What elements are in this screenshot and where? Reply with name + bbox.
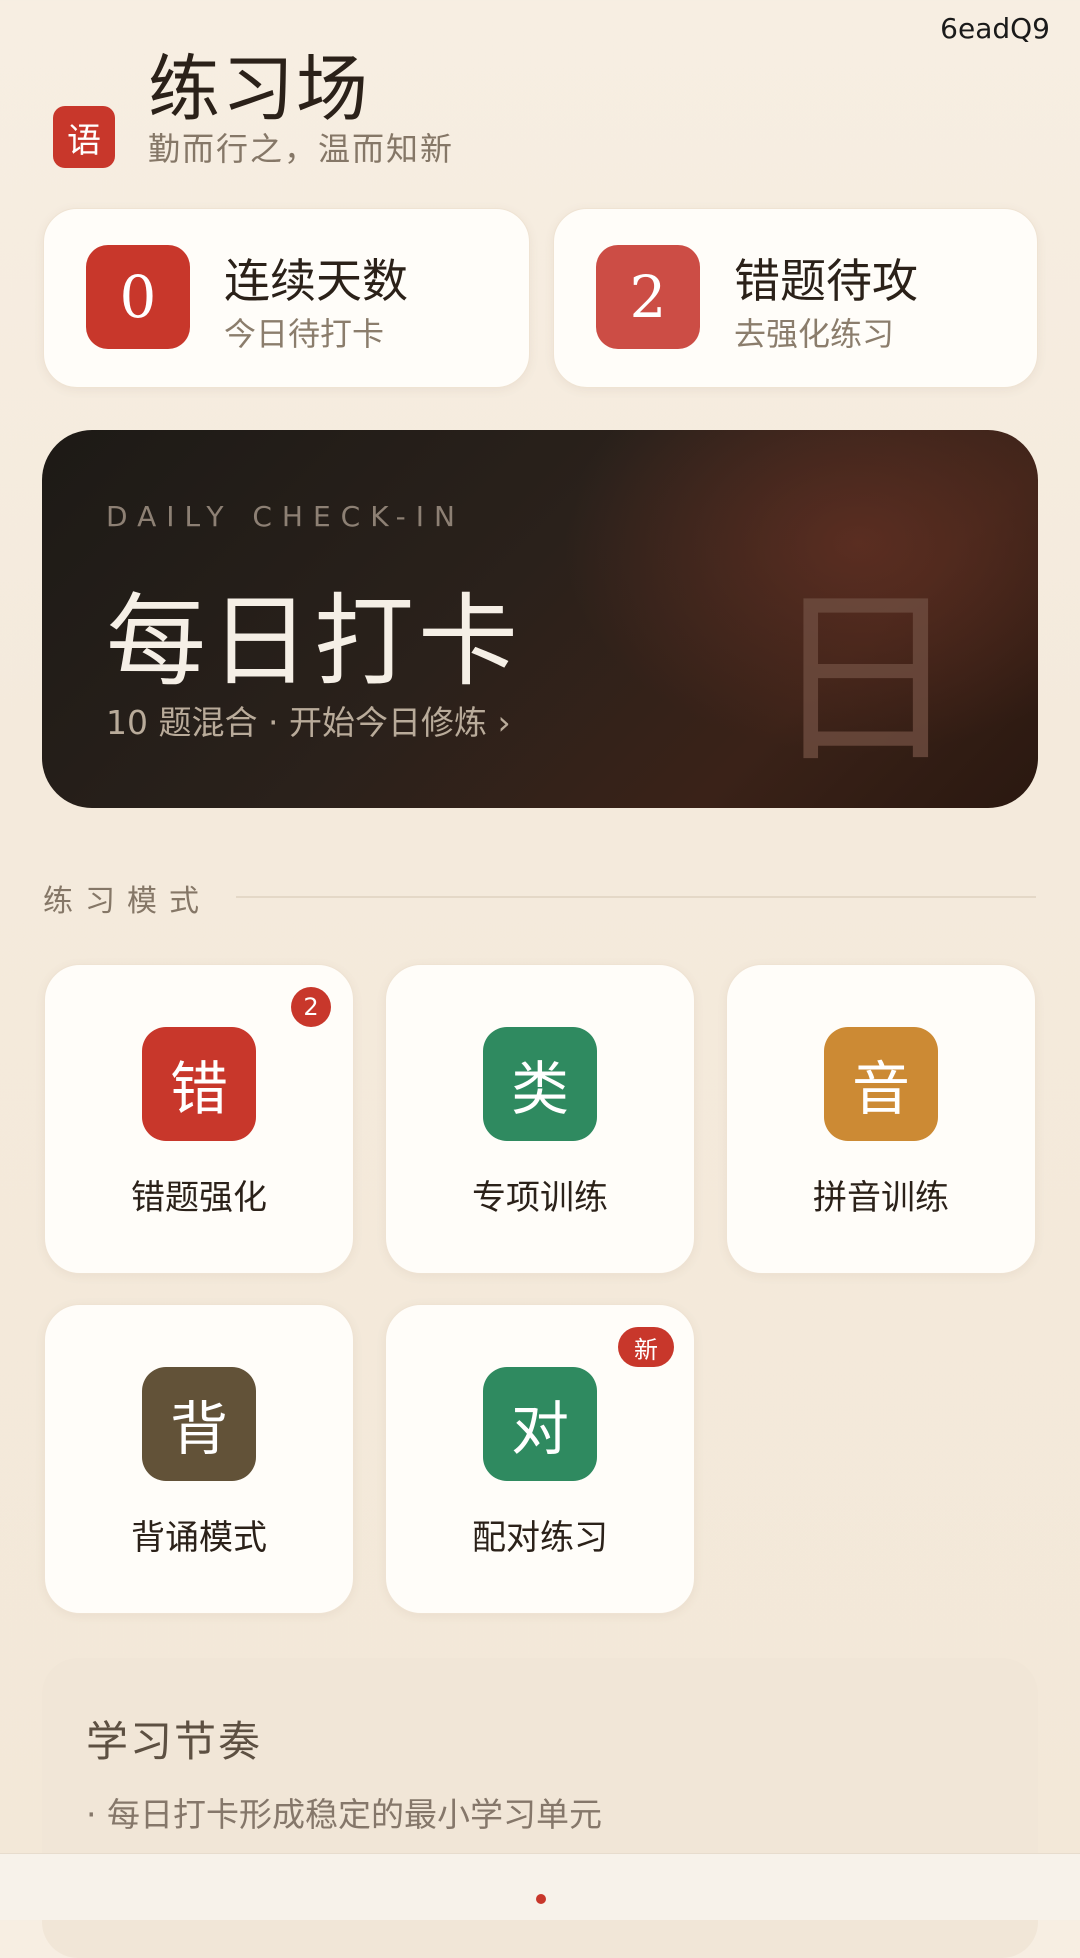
matching-mode-icon: 对 <box>483 1367 597 1481</box>
mode-label: 背诵模式 <box>131 1518 267 1558</box>
app-logo-icon: 语 <box>53 106 115 168</box>
mistakes-subtitle: 去强化练习 <box>734 315 895 353</box>
rhythm-item: · 每日打卡形成稳定的最小学习单元 <box>86 1795 602 1834</box>
mode-label: 错题强化 <box>131 1178 267 1218</box>
mode-tile-recitation[interactable]: 背 背诵模式 <box>44 1304 354 1614</box>
mode-label: 拼音训练 <box>813 1178 949 1218</box>
rhythm-title: 学习节奏 <box>86 1717 263 1766</box>
streak-title: 连续天数 <box>224 254 408 308</box>
mode-tile-matching[interactable]: 对 配对练习 新 <box>385 1304 695 1614</box>
mistakes-card[interactable]: 2 错题待攻 去强化练习 <box>553 208 1038 388</box>
new-badge: 新 <box>618 1327 674 1367</box>
mode-tile-topic-training[interactable]: 类 专项训练 <box>385 964 695 1274</box>
banner-subtitle: 10 题混合 · 开始今日修炼 › <box>106 703 511 742</box>
recite-mode-icon: 背 <box>142 1367 256 1481</box>
mode-tile-pinyin[interactable]: 音 拼音训练 <box>726 964 1036 1274</box>
day-watermark-icon: 日 <box>769 569 960 790</box>
page-title: 练习场 <box>148 47 371 131</box>
mode-tile-mistakes[interactable]: 错 错题强化 2 <box>44 964 354 1274</box>
count-badge: 2 <box>291 987 331 1027</box>
section-divider <box>236 896 1036 898</box>
mistakes-title: 错题待攻 <box>734 254 918 308</box>
page-subtitle: 勤而行之，温而知新 <box>148 130 455 168</box>
mistakes-mode-icon: 错 <box>142 1027 256 1141</box>
daily-checkin-banner[interactable]: DAILY CHECK-IN 每日打卡 10 题混合 · 开始今日修炼 › 日 <box>42 430 1038 808</box>
banner-kicker: DAILY CHECK-IN <box>106 500 465 533</box>
category-mode-icon: 类 <box>483 1027 597 1141</box>
bottom-tab-bar <box>0 1853 1080 1920</box>
page-header: 语 练习场 勤而行之，温而知新 <box>0 0 1080 190</box>
pinyin-mode-icon: 音 <box>824 1027 938 1141</box>
mistakes-count: 2 <box>596 245 700 349</box>
mode-label: 专项训练 <box>472 1178 608 1218</box>
mode-label: 配对练习 <box>472 1518 608 1558</box>
active-indicator-dot <box>536 1894 546 1904</box>
banner-title: 每日打卡 <box>106 583 522 700</box>
streak-card[interactable]: 0 连续天数 今日待打卡 <box>43 208 530 388</box>
streak-subtitle: 今日待打卡 <box>224 315 385 353</box>
section-label-practice-modes: 练习模式 <box>43 884 211 919</box>
streak-count: 0 <box>86 245 190 349</box>
